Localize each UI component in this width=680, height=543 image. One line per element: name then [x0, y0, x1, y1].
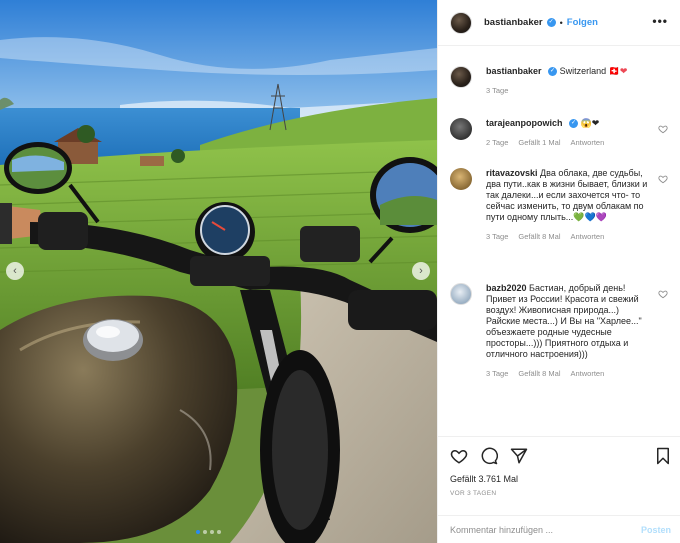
carousel-dot[interactable] [203, 530, 207, 534]
comment-username[interactable]: bazb2020 [486, 283, 527, 293]
heart-outline-icon[interactable] [658, 124, 668, 134]
carousel-dot[interactable] [217, 530, 221, 534]
comment-time: 3 Tage [486, 369, 509, 378]
post-side-panel: bastianbaker ✓ • Folgen ••• bastianbaker… [437, 0, 680, 543]
avatar[interactable] [450, 11, 472, 34]
comment-likes-link[interactable]: Gefällt 8 Mal [518, 368, 560, 379]
header-separator: • [559, 17, 563, 28]
motorcycle-lake-photo [0, 0, 437, 543]
verified-badge-icon: ✓ [569, 119, 579, 129]
caption-text: Switzerland [559, 66, 607, 76]
post-timestamp: VOR 3 TAGEN [450, 490, 497, 497]
comments-list: bastianbaker ✓ Switzerland 🇨🇭❤ 3 Tage ta… [438, 58, 680, 436]
caption-username[interactable]: bastianbaker [486, 66, 542, 76]
carousel-dot[interactable] [196, 530, 200, 534]
comment-time: 3 Tage [486, 232, 509, 241]
add-comment-bar: Posten [438, 515, 680, 543]
comment-username[interactable]: ritavazovski [486, 168, 538, 178]
likes-count[interactable]: Gefällt 3.761 Mal [450, 474, 518, 484]
comment: ritavazovski Два облака, две судьбы, два… [450, 168, 672, 242]
comment-username[interactable]: tarajeanpopowich [486, 118, 563, 128]
comment: bazb2020 Бастиан, добрый день! Привет из… [450, 283, 672, 379]
comment-text: 😱❤ [580, 118, 600, 128]
comment-text: Бастиан, добрый день! Привет из России! … [486, 283, 642, 359]
verified-badge-icon: ✓ [548, 67, 558, 77]
heart-outline-icon[interactable] [450, 447, 468, 465]
comment-time: 2 Tage [486, 138, 509, 147]
avatar[interactable] [450, 118, 472, 140]
avatar[interactable] [450, 66, 472, 88]
comment-bubble-icon[interactable] [480, 447, 498, 465]
comment-input[interactable] [450, 522, 620, 538]
carousel-prev-button[interactable]: ‹ [6, 262, 24, 280]
author-username[interactable]: bastianbaker [484, 17, 543, 28]
reply-button[interactable]: Antworten [571, 368, 605, 379]
bookmark-icon[interactable] [655, 447, 671, 465]
carousel-dots [196, 530, 221, 534]
follow-button[interactable]: Folgen [567, 17, 598, 28]
reply-button[interactable]: Antworten [571, 231, 605, 242]
paper-plane-icon[interactable] [510, 447, 528, 465]
post-actions: Gefällt 3.761 Mal VOR 3 TAGEN Posten [438, 436, 680, 543]
more-options-icon[interactable]: ••• [652, 14, 668, 28]
carousel-next-button[interactable]: › [412, 262, 430, 280]
avatar[interactable] [450, 283, 472, 305]
post-comment-button[interactable]: Posten [641, 525, 671, 535]
caption-emoji: 🇨🇭❤ [608, 66, 628, 76]
comment: tarajeanpopowich ✓ 😱❤ 2 Tage Gefällt 1 M… [450, 118, 672, 148]
verified-badge-icon: ✓ [546, 18, 556, 27]
caption-time: 3 Tage [486, 86, 509, 95]
caption: bastianbaker ✓ Switzerland 🇨🇭❤ 3 Tage [450, 66, 672, 96]
post-header: bastianbaker ✓ • Folgen [438, 0, 680, 46]
reply-button[interactable]: Antworten [571, 137, 605, 148]
post-photo[interactable]: ‹ › [0, 0, 437, 543]
heart-outline-icon[interactable] [658, 289, 668, 299]
carousel-dot[interactable] [210, 530, 214, 534]
comment-likes-link[interactable]: Gefällt 1 Mal [518, 137, 560, 148]
avatar[interactable] [450, 168, 472, 190]
heart-outline-icon[interactable] [658, 174, 668, 184]
comment-likes-link[interactable]: Gefällt 8 Mal [518, 231, 560, 242]
